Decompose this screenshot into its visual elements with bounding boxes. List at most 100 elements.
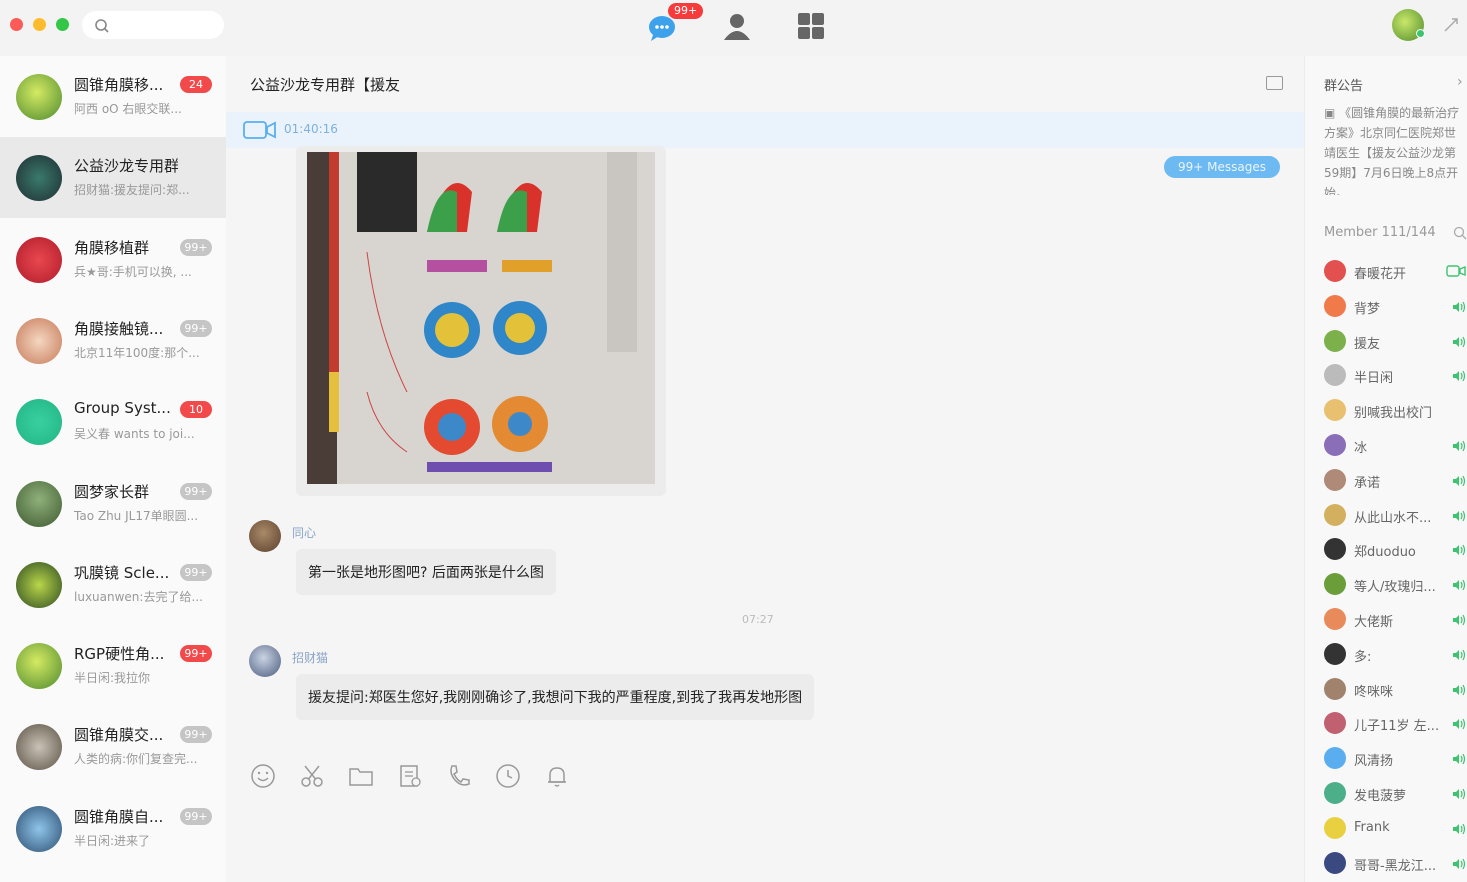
bell-icon[interactable] bbox=[544, 763, 570, 789]
member-item[interactable]: 等人/玫瑰归... bbox=[1324, 570, 1467, 600]
member-item[interactable]: 多: bbox=[1324, 640, 1467, 670]
speaker-icon bbox=[1453, 371, 1466, 382]
conversation-item[interactable]: 公益沙龙专用群... 招财猫:援友提问:郑... bbox=[0, 137, 226, 219]
video-call-icon bbox=[243, 121, 276, 139]
conversation-name: 圆锥角膜交... bbox=[74, 726, 164, 745]
conversation-name: 公益沙龙专用群... bbox=[74, 157, 178, 176]
conversation-preview: 北京11年100度:那个... bbox=[74, 345, 200, 360]
image-message[interactable] bbox=[296, 146, 666, 496]
chevron-right-icon[interactable]: › bbox=[1457, 74, 1463, 90]
announcement-body: 《圆锥角膜的最新治疗方案》北京同仁医院郑世靖医生【援友公益沙龙第59期】7月6日… bbox=[1324, 106, 1460, 195]
message-bubble[interactable]: 第一张是地形图吧? 后面两张是什么图 bbox=[296, 549, 556, 595]
search-icon bbox=[95, 19, 109, 33]
member-avatar bbox=[1324, 503, 1346, 526]
speaker-icon bbox=[1453, 475, 1466, 487]
conversation-preview: 兵★哥:手机可以换, ... bbox=[74, 264, 192, 279]
member-item[interactable]: 冰 bbox=[1324, 431, 1467, 461]
sender-avatar[interactable] bbox=[249, 645, 281, 677]
message-timestamp: 07:27 bbox=[742, 613, 774, 626]
speaker-icon bbox=[1453, 510, 1466, 521]
speaker-icon bbox=[1453, 753, 1466, 765]
folder-icon[interactable] bbox=[348, 763, 374, 789]
conversation-item[interactable]: 角膜移植群 兵★哥:手机可以换, ... 99+ bbox=[0, 219, 226, 300]
member-avatar bbox=[1324, 260, 1346, 282]
conversation-avatar bbox=[16, 724, 62, 771]
member-name: 郑duoduo bbox=[1354, 545, 1416, 561]
apps-grid-icon[interactable] bbox=[793, 8, 829, 44]
member-avatar bbox=[1324, 642, 1346, 665]
conversation-avatar bbox=[16, 74, 62, 120]
member-item[interactable]: 大佬斯 bbox=[1324, 605, 1467, 635]
screenshot-scissors-icon[interactable] bbox=[299, 763, 325, 789]
member-item[interactable]: 春暖花开 bbox=[1324, 257, 1467, 287]
unread-count-badge: 24 bbox=[180, 76, 212, 93]
conversation-avatar bbox=[16, 805, 62, 852]
conversation-preview: 人类的病:你们复查完... bbox=[74, 752, 198, 767]
member-avatar bbox=[1324, 573, 1346, 596]
speaker-icon bbox=[1453, 545, 1466, 556]
speaker-icon bbox=[1453, 301, 1466, 313]
member-name: 冰 bbox=[1354, 441, 1368, 456]
member-name: 半日闲 bbox=[1354, 371, 1394, 387]
speaker-icon bbox=[1453, 614, 1466, 626]
document-icon[interactable] bbox=[397, 763, 423, 789]
conversation-item[interactable]: RGP硬性角... 半日闲:我拉你 99+ bbox=[0, 625, 226, 706]
member-name: 多: bbox=[1354, 649, 1372, 665]
conversation-name: 巩膜镜 Scle... bbox=[74, 563, 170, 582]
conversation-item[interactable]: Group Syst... 吴义春 wants to joi... 10 bbox=[0, 381, 226, 462]
conversation-item[interactable]: 圆锥角膜自... 半日闲:进来了 99+ bbox=[0, 788, 226, 869]
sender-avatar[interactable] bbox=[249, 520, 281, 552]
sender-name[interactable]: 招财猫 bbox=[292, 649, 328, 666]
member-item[interactable]: 承诺 bbox=[1324, 466, 1467, 496]
member-item[interactable]: 从此山水不... bbox=[1324, 501, 1467, 531]
member-name: 从此山水不... bbox=[1354, 510, 1432, 526]
history-clock-icon[interactable] bbox=[495, 763, 521, 789]
member-item[interactable]: 发电菠萝 bbox=[1324, 779, 1467, 809]
video-icon bbox=[1446, 265, 1466, 277]
message-bubble[interactable]: 援友提问:郑医生您好,我刚刚确诊了,我想问下我的严重程度,到我了我再发地形图 bbox=[296, 674, 815, 720]
conversation-item[interactable]: 巩膜镜 Scle... luxuanwen:去完了给... 99+ bbox=[0, 544, 226, 625]
announcement-text[interactable]: ▣ 《圆锥角膜的最新治疗方案》北京同仁医院郑世靖医生【援友公益沙龙第59期】7月… bbox=[1324, 103, 1466, 195]
member-item[interactable]: 郑duoduo bbox=[1324, 535, 1467, 565]
unread-count-badge: 99+ bbox=[180, 482, 212, 500]
call-duration: 01:40:16 bbox=[284, 122, 338, 136]
member-item[interactable]: 援友 bbox=[1324, 327, 1467, 357]
conversation-item[interactable]: 圆梦家长群 Tao Zhu JL17单眼圆... 99+ bbox=[0, 463, 226, 544]
conversation-item[interactable]: 圆锥角膜交... 人类的病:你们复查完... 99+ bbox=[0, 706, 226, 787]
member-avatar bbox=[1324, 782, 1346, 804]
member-item[interactable]: 哥哥-黑龙江... bbox=[1324, 849, 1467, 879]
member-name: 别喊我出校门 bbox=[1354, 406, 1433, 422]
emoji-icon[interactable] bbox=[250, 763, 276, 789]
maximize-window-button[interactable] bbox=[56, 18, 69, 31]
search-icon[interactable] bbox=[1453, 226, 1467, 240]
conversation-avatar bbox=[16, 561, 62, 608]
member-item[interactable]: Frank bbox=[1324, 814, 1467, 844]
search-input[interactable] bbox=[82, 11, 224, 39]
image-icon: ▣ bbox=[1324, 106, 1340, 120]
unread-count-badge: 99+ bbox=[180, 645, 212, 663]
member-item[interactable]: 咚咪咪 bbox=[1324, 675, 1467, 705]
close-window-button[interactable] bbox=[10, 18, 23, 31]
new-messages-button[interactable]: 99+ Messages bbox=[1164, 156, 1280, 178]
member-avatar bbox=[1324, 364, 1346, 387]
member-item[interactable]: 别喊我出校门 bbox=[1324, 396, 1467, 426]
member-item[interactable]: 儿子11岁 左... bbox=[1324, 709, 1467, 739]
sender-name[interactable]: 同心 bbox=[292, 524, 316, 541]
ongoing-call-bar[interactable]: 01:40:16 bbox=[226, 112, 1304, 148]
collapse-icon[interactable] bbox=[1443, 17, 1459, 33]
member-avatar bbox=[1324, 329, 1346, 352]
unread-badge: 99+ bbox=[668, 3, 704, 19]
member-item[interactable]: 背梦 bbox=[1324, 292, 1467, 322]
member-item[interactable]: 半日闲 bbox=[1324, 361, 1467, 391]
minimize-window-button[interactable] bbox=[33, 18, 46, 31]
conversation-item[interactable]: 圆锥角膜移... 阿西 oO 右眼交联... 24 bbox=[0, 56, 226, 137]
phone-icon[interactable] bbox=[446, 763, 472, 789]
member-item[interactable]: 风清扬 bbox=[1324, 744, 1467, 774]
conversation-preview: Tao Zhu JL17单眼圆... bbox=[74, 508, 199, 523]
speaker-icon bbox=[1453, 440, 1466, 452]
conversation-name: 圆锥角膜移... bbox=[74, 76, 164, 94]
speaker-icon bbox=[1453, 684, 1466, 695]
contacts-nav-icon[interactable] bbox=[719, 8, 755, 44]
conversation-item[interactable]: 角膜接触镜... 北京11年100度:那个... 99+ bbox=[0, 300, 226, 381]
detach-window-icon[interactable] bbox=[1266, 76, 1283, 90]
